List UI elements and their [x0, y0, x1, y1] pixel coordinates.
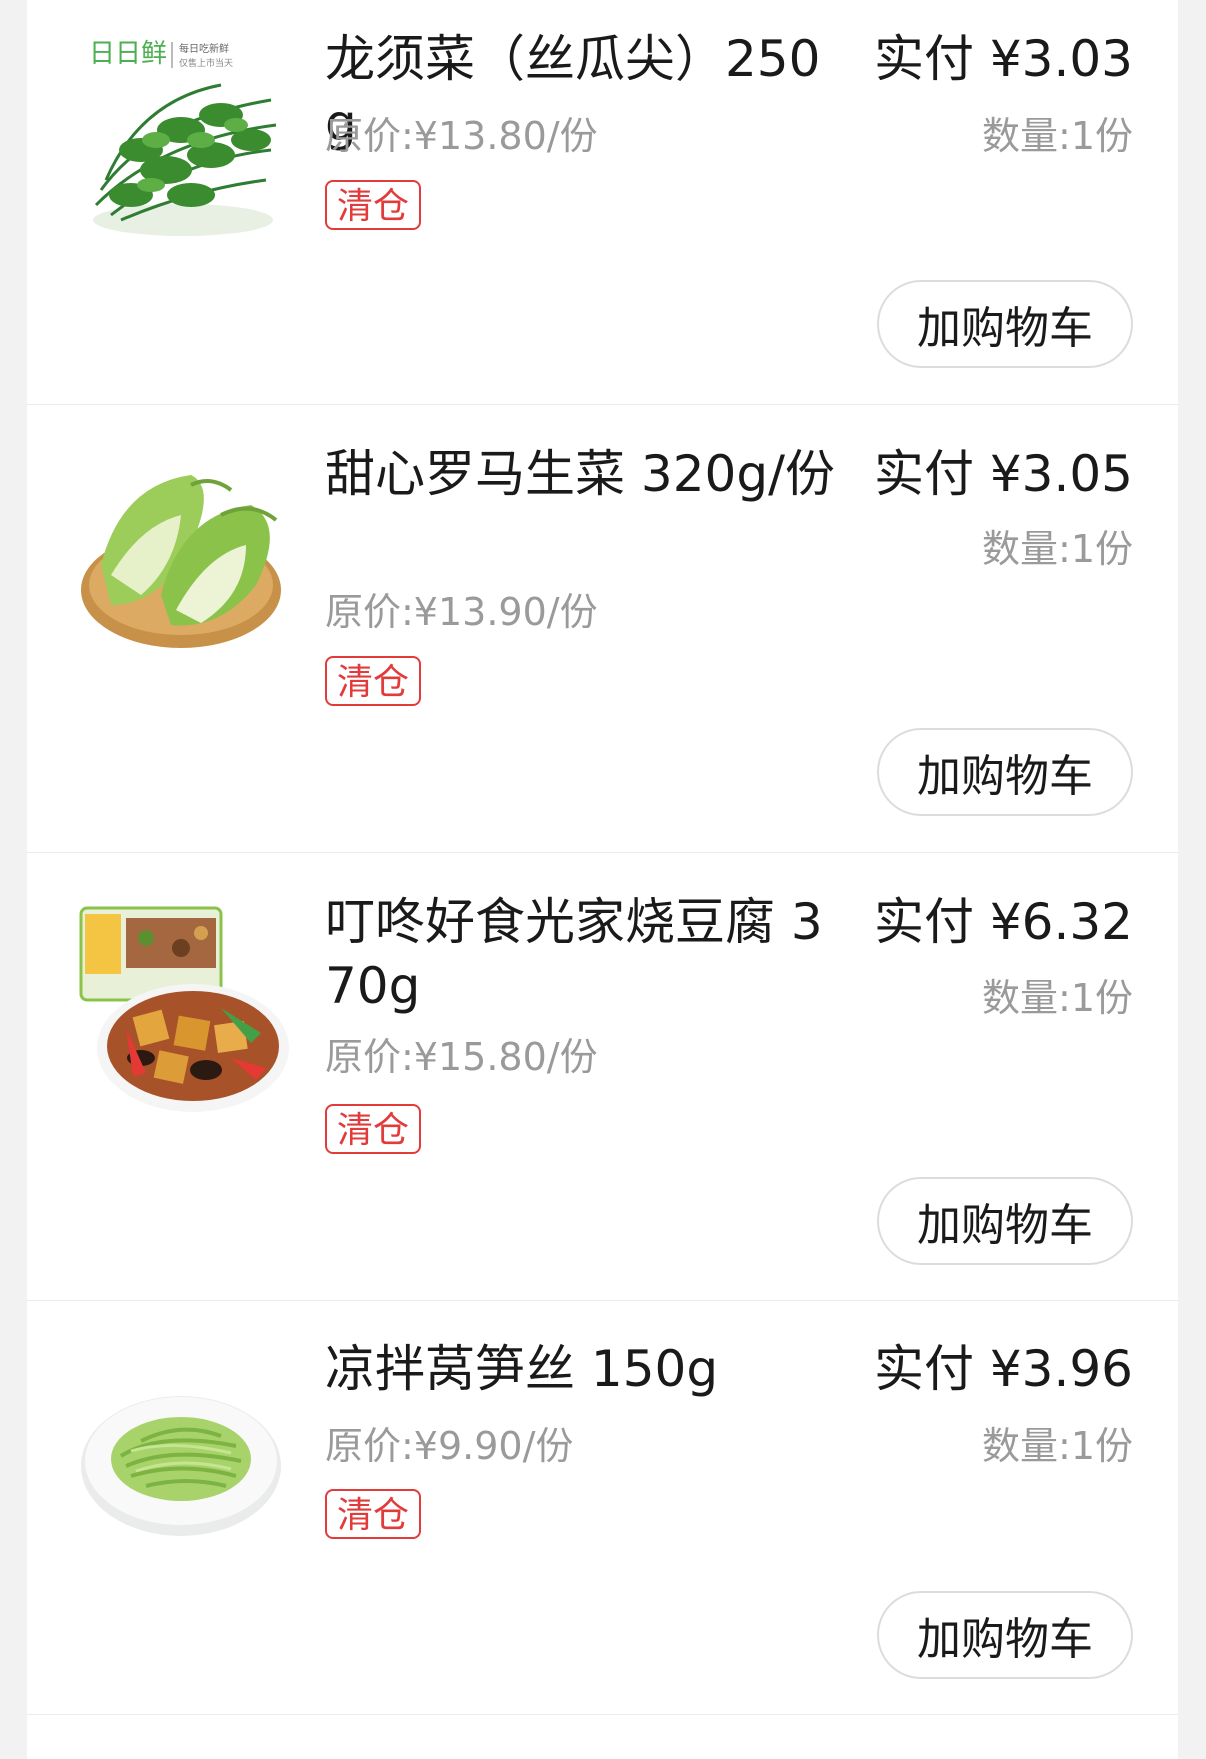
add-to-cart-button[interactable]: 加购物车 — [877, 1591, 1133, 1679]
product-list: 日日鲜 每日吃新鲜 仅售上市当天 龙须菜（丝瓜尖）250g 原价:¥13.80/… — [27, 0, 1178, 1759]
brand-slogan: 仅售上市当天 — [179, 57, 233, 69]
product-name[interactable]: 叮咚好食光家烧豆腐 370g — [325, 890, 845, 1018]
clearance-tag: 清仓 — [325, 180, 422, 230]
original-price: 原价:¥13.80/份 — [325, 114, 598, 158]
clearance-tag: 清仓 — [325, 656, 422, 706]
quantity: 数量:1份 — [982, 976, 1133, 1020]
original-price: 原价:¥9.90/份 — [325, 1424, 574, 1468]
product-card[interactable]: 日日鲜 每日吃新鲜 仅售上市当天 龙须菜（丝瓜尖）250g 原价:¥13.80/… — [27, 0, 1178, 405]
add-to-cart-button[interactable]: 加购物车 — [877, 728, 1133, 816]
paid-price: 实付 ¥3.03 — [873, 30, 1133, 88]
product-name[interactable]: 凉拌莴笋丝 150g — [325, 1337, 845, 1401]
product-card[interactable]: 叮咚好食光家烧豆腐 370g 原价:¥15.80/份 清仓 实付 ¥6.32 数… — [27, 853, 1178, 1301]
brand-slogan: 每日吃新鲜 — [179, 42, 229, 55]
quantity: 数量:1份 — [982, 1424, 1133, 1468]
clearance-tag: 清仓 — [325, 1104, 422, 1154]
clearance-tag: 清仓 — [325, 1489, 422, 1539]
paid-price: 实付 ¥6.32 — [873, 893, 1133, 951]
paid-price: 实付 ¥3.96 — [873, 1340, 1133, 1398]
romaine-lettuce-icon[interactable] — [71, 445, 291, 665]
braised-tofu-icon[interactable] — [71, 898, 291, 1118]
quantity: 数量:1份 — [982, 527, 1133, 571]
product-card[interactable]: 凉拌莴笋丝 150g 原价:¥9.90/份 清仓 实付 ¥3.96 数量:1份 … — [27, 1301, 1178, 1715]
paid-price: 实付 ¥3.05 — [873, 445, 1133, 503]
leafy-greens-icon[interactable]: 日日鲜 每日吃新鲜 仅售上市当天 — [71, 30, 291, 250]
brand-logo: 日日鲜 — [89, 39, 167, 69]
add-to-cart-button[interactable]: 加购物车 — [877, 1177, 1133, 1265]
quantity: 数量:1份 — [982, 114, 1133, 158]
original-price: 原价:¥15.80/份 — [325, 1035, 598, 1079]
shredded-lettuce-stem-icon[interactable] — [71, 1351, 291, 1571]
product-card[interactable]: 甜心罗马生菜 320g/份 原价:¥13.90/份 清仓 实付 ¥3.05 数量… — [27, 405, 1178, 853]
product-name[interactable]: 甜心罗马生菜 320g/份 — [325, 442, 845, 506]
original-price: 原价:¥13.90/份 — [325, 590, 598, 634]
add-to-cart-button[interactable]: 加购物车 — [877, 280, 1133, 368]
